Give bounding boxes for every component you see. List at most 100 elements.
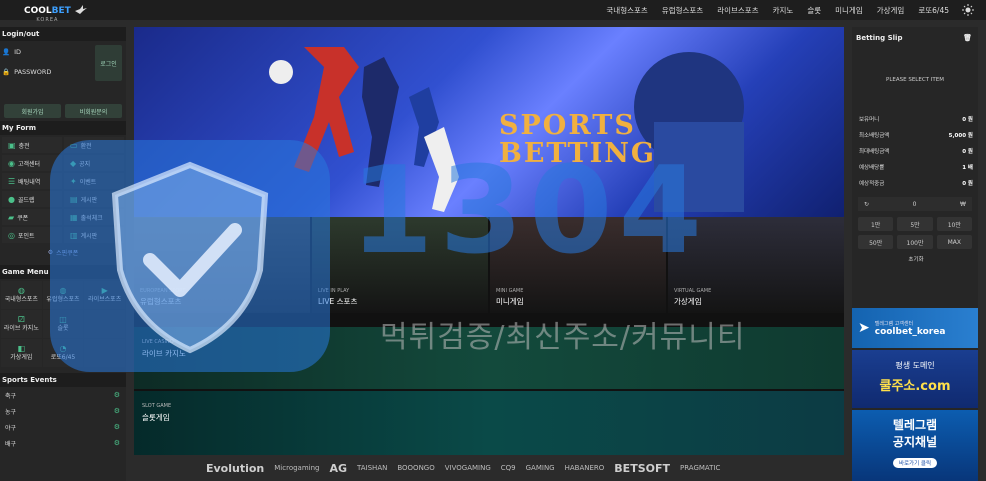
provider-evolution: Evolution [206,461,265,475]
gear-icon: ⚙ [113,407,120,415]
nav-lotto[interactable]: 로또6/45 [911,5,956,16]
gear-icon: ⚙ [113,391,120,399]
guest-inquiry-button[interactable]: 비회원문의 [65,104,122,118]
logo[interactable]: COOLBET KOREA [24,2,88,23]
nav-slot[interactable]: 슬롯 [800,5,828,16]
chip-100k[interactable]: 10만 [936,217,972,231]
game-live-casino[interactable]: ⚂ 라이브 카지노 [1,310,42,338]
notice-channel-banner[interactable]: 텔레그램 공지채널 바로가기 클릭 [852,410,978,481]
event-basketball[interactable]: 농구 ⚙ [0,403,126,419]
provider-microgaming: Microgaming [274,464,320,472]
gamemenu-title: Game Menu [0,265,126,279]
bird-icon [74,5,87,14]
tile-european-sport[interactable]: EUROPEAN SPORT 유럽형스포츠 [134,217,310,313]
slot-icon: ◫ [59,315,67,324]
provider-booongo: BOOONGO [397,464,435,472]
game-lotto[interactable]: ◔ 로또6/45 [42,339,84,367]
nav-minigame[interactable]: 미니게임 [828,5,870,16]
menu-support[interactable]: ◉ 고객센터 [2,155,62,171]
logo-text: COOLBET [24,5,71,16]
menu-deposit[interactable]: ▣ 충전 [2,137,62,153]
spin-coupon-button[interactable]: ⚙ 스핀쿠폰 [0,245,126,259]
gear-icon: ⚙ [47,248,54,256]
login-button[interactable]: 로그인 [95,45,122,81]
calendar-icon: ▦ [70,212,78,222]
nav-domestic-sports[interactable]: 국내형스포츠 [599,5,654,16]
menu-goldrep[interactable]: ● 골드렙 [2,191,62,207]
login-title: Login/out [0,27,126,41]
myform-title: My Form [0,121,126,135]
provider-taishan: TAISHAN [357,464,388,472]
tile-virtual-game[interactable]: VIRTUAL GAME 가상게임 [668,217,844,313]
game-live-sports[interactable]: ▶ 라이브스포츠 [84,281,125,309]
app-root: COOLBET KOREA 국내형스포츠 유럽형스포츠 라이브스포츠 카지노 슬… [0,0,986,481]
id-field[interactable]: 👤 ID [2,43,92,61]
vr-icon: ◧ [17,344,26,353]
ball-icon: ◍ [59,286,67,295]
join-row: 회원가입 비회원문의 [0,101,126,121]
provider-betsoft: BETSOFT [614,461,670,475]
logo-subtext: KOREA [36,16,59,23]
bell-icon: ◆ [70,158,77,168]
menu-board2[interactable]: ▥ 계시판 [64,227,124,243]
nav-casino[interactable]: 카지노 [766,5,801,16]
ticket-icon: ▰ [8,212,15,222]
game-domestic-sports[interactable]: ◍ 국내형스포츠 [1,281,42,309]
telegram-support-banner[interactable]: ➤ 텔레그램 고객센터 coolbet_korea [852,308,978,348]
nav-live-sports[interactable]: 라이브스포츠 [710,5,765,16]
doc-icon: ▥ [70,230,78,240]
reset-row[interactable]: 초기화 [852,251,978,267]
provider-pragmatic: PRAGMATIC [680,464,721,472]
chip-500k[interactable]: 50만 [858,235,894,249]
provider-cq9: CQ9 [500,464,516,472]
domain-banner[interactable]: 평생 도메인 쿨주소.com [852,350,978,408]
max-bet-row: 최대배팅금액 0 원 [859,149,973,155]
menu-board[interactable]: ▤ 게시판 [64,191,124,207]
game-slot[interactable]: ◫ 슬롯 [42,310,84,338]
provider-ag: AG [329,461,348,475]
menu-coupon[interactable]: ▰ 쿠폰 [2,209,62,225]
game-virtual[interactable]: ◧ 가상게임 [1,339,42,367]
slot-game-banner[interactable]: SLOT GAME 슬롯게임 [134,391,844,455]
password-field[interactable]: 🔒 PASSWORD [2,63,92,81]
expected-win-row: 예상적중금 0 원 [859,181,973,187]
game-european-sports[interactable]: ◍ 유럽형스포츠 [42,281,84,309]
lock-icon: 🔒 [2,68,11,76]
chip-max[interactable]: MAX [936,235,972,249]
betslip-header: Betting Slip 🗑 [852,27,978,49]
nav-european-sports[interactable]: 유럽형스포츠 [655,5,710,16]
hero-title: SPORTS BETTING [499,110,656,169]
chip-10k[interactable]: 1만 [858,217,894,231]
menu-attendance[interactable]: ▦ 출석체크 [64,209,124,225]
list-icon: ☰ [8,176,16,186]
dice-icon: ⚂ [17,315,25,324]
chip-50k[interactable]: 5만 [897,217,933,231]
tile-mini-game[interactable]: MINI GAME 미니게임 [490,217,666,313]
nav-virtual[interactable]: 가상게임 [870,5,912,16]
provider-gaming: GAMING [525,464,555,472]
trash-icon[interactable]: 🗑 [963,34,972,42]
refresh-icon[interactable]: ↻ [864,201,869,208]
join-button[interactable]: 회원가입 [4,104,61,118]
user-icon: 👤 [2,48,11,56]
gear-icon: ⚙ [113,423,120,431]
menu-notice[interactable]: ◆ 공지 [64,155,124,171]
event-volleyball[interactable]: 배구 ⚙ [0,435,126,451]
event-soccer[interactable]: 축구 ⚙ [0,387,126,403]
bet-amount-input[interactable]: ↻ 0 ₩ [858,197,972,211]
tile-live-in-play[interactable]: LIVE IN PLAY LIVE 스포츠 [312,217,488,313]
live-casino-banner[interactable]: LIVE CASINO 라이브 카지노 [134,327,844,389]
game-empty-2 [84,339,125,367]
menu-event[interactable]: ✦ 이벤트 [64,173,124,189]
coin-icon: ● [8,194,15,204]
point-icon: ◎ [8,230,15,240]
menu-withdraw[interactable]: ▭ 환전 [64,137,124,153]
myform-grid: ▣ 충전 ▭ 환전 ◉ 고객센터 ◆ 공지 ☰ 배팅내역 ✦ 이벤트 ● 골드렙 ▤ 게시판 ▰… [0,135,126,245]
menu-point[interactable]: ◎ 포인트 [2,227,62,243]
hero-banner[interactable]: SPORTS BETTING [134,27,844,217]
event-baseball[interactable]: 야구 ⚙ [0,419,126,435]
menu-bet-history[interactable]: ☰ 배팅내역 [2,173,62,189]
chip-1m[interactable]: 100만 [897,235,933,249]
ball-icon: ◍ [17,286,25,295]
theme-toggle-icon[interactable] [962,4,974,16]
